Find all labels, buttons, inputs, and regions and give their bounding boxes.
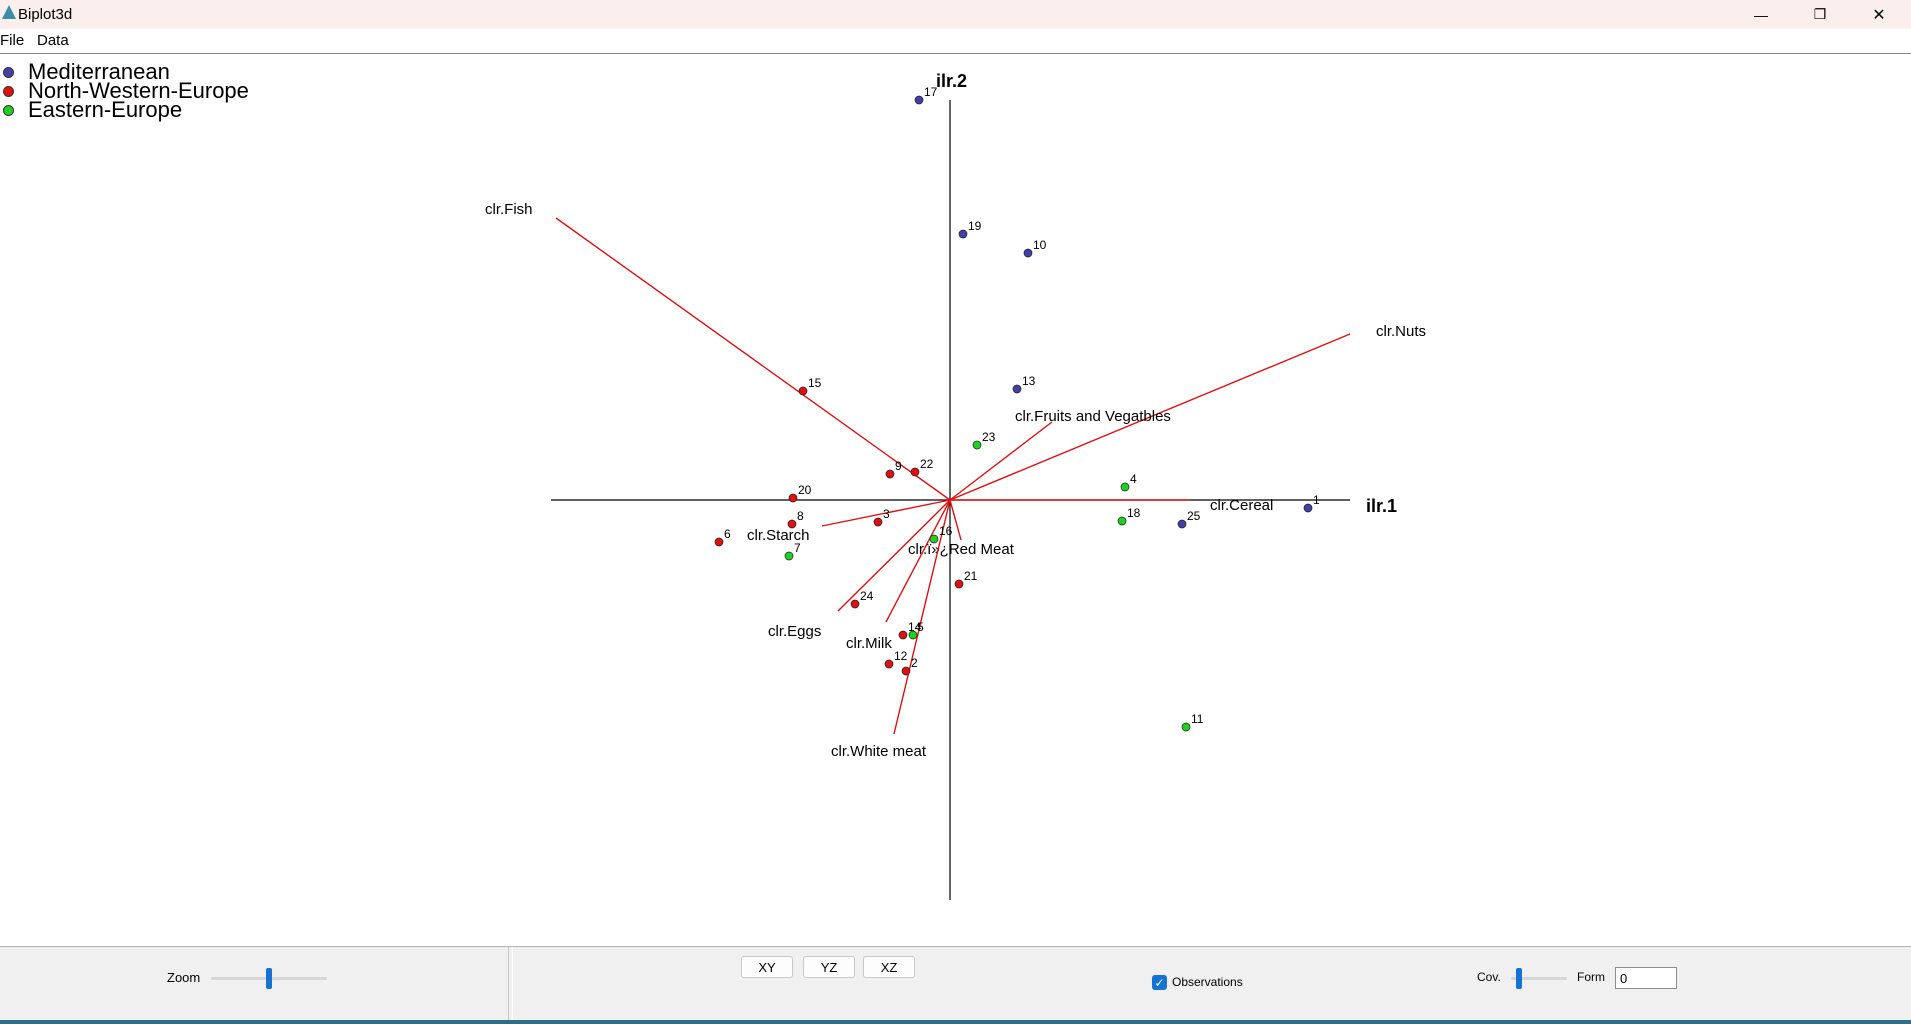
observation-label: 4: [1130, 472, 1137, 486]
bottom-border: [0, 1020, 1911, 1024]
observation-point[interactable]: [929, 534, 939, 544]
observation-point[interactable]: [798, 386, 808, 396]
observation-point[interactable]: [850, 599, 860, 609]
zoom-slider-thumb[interactable]: [266, 968, 272, 989]
observation-point[interactable]: [910, 467, 920, 477]
observation-label: 8: [797, 509, 804, 523]
view-xy-button[interactable]: XY: [741, 956, 793, 978]
observation-label: 17: [924, 85, 938, 99]
legend-label: Eastern-Europe: [28, 97, 183, 122]
cov-slider-thumb[interactable]: [1516, 968, 1522, 989]
x-axis-label: ilr.1: [1366, 496, 1397, 516]
observation-point[interactable]: [788, 493, 798, 503]
observation-label: 21: [964, 569, 978, 583]
observation-point[interactable]: [901, 666, 911, 676]
legend-marker: [3, 86, 14, 97]
variable-vectors: clr.Fish clr.Nuts clr.Fruits and Vegatbl…: [485, 201, 1426, 760]
observation-point[interactable]: [898, 630, 908, 640]
observation-label: 25: [1187, 509, 1201, 523]
observation-point[interactable]: [784, 551, 794, 561]
observation-label: 9: [895, 459, 902, 473]
observation-label: 24: [860, 589, 874, 603]
y-axis-label: ilr.2: [936, 71, 967, 91]
vector-fish: [555, 217, 951, 501]
observation-label: 2: [911, 656, 918, 670]
observation-point[interactable]: [1303, 503, 1313, 513]
observation-label: 10: [1033, 238, 1047, 252]
vector-milk: [885, 499, 951, 623]
observation-point[interactable]: [958, 229, 968, 239]
form-label: Form: [1577, 970, 1605, 984]
observation-label: 7: [794, 541, 801, 555]
observation-label: 11: [1191, 712, 1204, 726]
vector-label-milk: clr.Milk: [846, 635, 892, 652]
observation-point[interactable]: [972, 440, 982, 450]
panel-divider: [508, 947, 513, 1021]
observation-label: 22: [920, 457, 934, 471]
observation-label: 6: [724, 527, 731, 541]
observation-label: 12: [894, 649, 908, 663]
observation-point[interactable]: [1023, 248, 1033, 258]
form-input[interactable]: [1615, 967, 1677, 989]
legend-marker: [3, 67, 14, 78]
observation-label: 15: [808, 376, 822, 390]
observation-point[interactable]: [884, 659, 894, 669]
observation-point[interactable]: [1181, 722, 1191, 732]
legend-marker: [3, 105, 14, 116]
vector-label-cereal: clr.Cereal: [1210, 497, 1273, 514]
observation-label: 5: [917, 620, 924, 634]
vector-fruits: [949, 421, 1053, 501]
observation-point[interactable]: [1012, 384, 1022, 394]
observation-label: 18: [1127, 506, 1141, 520]
observation-point[interactable]: [714, 537, 724, 547]
observation-point[interactable]: [787, 519, 797, 529]
view-xz-button[interactable]: XZ: [863, 956, 915, 978]
vector-label-nuts: clr.Nuts: [1376, 323, 1426, 340]
observation-label: 3: [883, 507, 890, 521]
observation-point[interactable]: [914, 95, 924, 105]
observation-point[interactable]: [1117, 516, 1127, 526]
zoom-label: Zoom: [167, 970, 201, 985]
observation-label: 1: [1313, 493, 1320, 507]
observation-point[interactable]: [954, 579, 964, 589]
observation-point[interactable]: [1177, 519, 1187, 529]
vector-label-white-meat: clr.White meat: [831, 743, 927, 760]
control-panel: Zoom XY YZ XZ ✓ Observations Cov. Form: [0, 946, 1911, 1021]
observation-label: 19: [968, 219, 982, 233]
observation-point[interactable]: [885, 469, 895, 479]
observations-label: Observations: [1172, 975, 1243, 989]
observation-label: 16: [939, 524, 953, 538]
cov-label: Cov.: [1477, 970, 1501, 984]
view-yz-button[interactable]: YZ: [803, 956, 855, 978]
biplot-svg: ilr.1 ilr.2 clr.Fish clr.Nuts clr.Fruits…: [485, 71, 1426, 900]
vector-label-eggs: clr.Eggs: [768, 623, 821, 640]
observation-label: 23: [982, 430, 996, 444]
observation-label: 20: [798, 483, 812, 497]
observation-point[interactable]: [1120, 482, 1130, 492]
observation-label: 13: [1022, 374, 1036, 388]
vector-label-fish: clr.Fish: [485, 201, 533, 218]
observations-checkbox[interactable]: ✓: [1152, 975, 1167, 990]
observation-point[interactable]: [873, 517, 883, 527]
vector-label-fruits: clr.Fruits and Vegatbles: [1015, 408, 1171, 425]
check-icon: ✓: [1154, 975, 1165, 990]
